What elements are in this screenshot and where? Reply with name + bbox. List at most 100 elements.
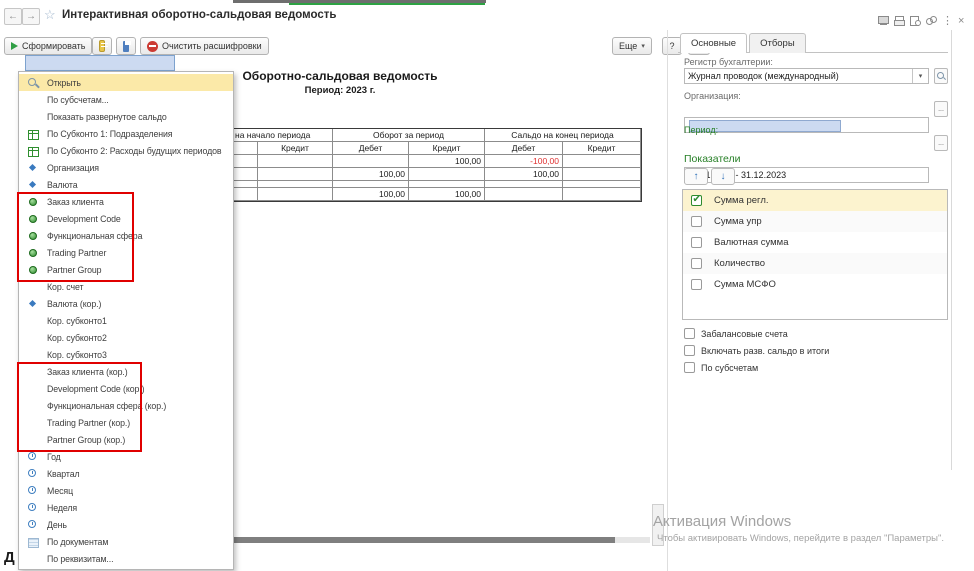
table-cell[interactable]: [258, 181, 333, 188]
menu-item-label: По Субконто 2: Расходы будущих периодов: [47, 146, 222, 156]
diamond-icon: [27, 162, 39, 174]
menu-item-label: Месяц: [47, 486, 73, 496]
table-cell[interactable]: 100,00: [333, 168, 409, 181]
generate-button[interactable]: Сформировать: [4, 37, 92, 55]
menu-item[interactable]: По документам: [19, 533, 233, 550]
menu-item[interactable]: День: [19, 516, 233, 533]
indicator-checkbox[interactable]: [691, 195, 702, 206]
panel-splitter[interactable]: [667, 30, 668, 571]
organization-field[interactable]: [684, 117, 929, 133]
magnifier-icon: [936, 71, 946, 81]
panel-tab[interactable]: Отборы: [749, 33, 806, 53]
option-label: По субсчетам: [701, 363, 758, 373]
panel-tab[interactable]: Основные: [680, 33, 747, 53]
clear-drilldown-button[interactable]: Очистить расшифровки: [140, 37, 269, 55]
menu-item[interactable]: Открыть: [19, 74, 233, 91]
indicator-checkbox[interactable]: [691, 279, 702, 290]
menu-item[interactable]: Месяц: [19, 482, 233, 499]
app-window: ← → ☆ Интерактивная оборотно-сальдовая в…: [0, 0, 974, 571]
table-cell[interactable]: [258, 168, 333, 181]
variants-button[interactable]: [92, 37, 112, 55]
doc-icon: [27, 536, 39, 548]
table-cell[interactable]: [563, 188, 641, 201]
register-open-button[interactable]: [934, 68, 948, 84]
table-cell[interactable]: 100,00: [409, 155, 485, 168]
move-up-button[interactable]: ↑: [684, 168, 708, 185]
clock-icon: [27, 502, 39, 514]
menu-item[interactable]: Валюта: [19, 176, 233, 193]
table-cell[interactable]: [333, 181, 409, 188]
option-row[interactable]: Включать разв. сальдо в итоги: [684, 345, 829, 356]
table-cell[interactable]: 100,00: [485, 168, 563, 181]
table-cell[interactable]: 100,00: [333, 188, 409, 201]
back-button[interactable]: ←: [4, 8, 22, 25]
menu-item-icon: [27, 281, 39, 293]
annotation-box-2: [17, 362, 142, 452]
menu-item[interactable]: Организация: [19, 159, 233, 176]
option-checkbox[interactable]: [684, 328, 695, 339]
table-cell[interactable]: [485, 188, 563, 201]
display-icon[interactable]: [878, 16, 889, 26]
vertical-scrollbar-fragment[interactable]: [652, 504, 664, 546]
menu-item[interactable]: Кор. субконто3: [19, 346, 233, 363]
table-cell[interactable]: [258, 155, 333, 168]
menu-item[interactable]: По субсчетам...: [19, 91, 233, 108]
menu-item[interactable]: Показать развернутое сальдо: [19, 108, 233, 125]
organization-more-button[interactable]: ...: [934, 101, 948, 117]
menu-item-icon: [27, 111, 39, 123]
menu-item[interactable]: По реквизитам...: [19, 550, 233, 567]
find-icon[interactable]: [910, 16, 921, 26]
indicator-checkbox[interactable]: [691, 237, 702, 248]
menu-item[interactable]: Квартал: [19, 465, 233, 482]
table-cell[interactable]: [409, 168, 485, 181]
option-row[interactable]: По субсчетам: [684, 362, 829, 373]
print-icon[interactable]: [894, 16, 905, 26]
annotation-box-1: [17, 192, 134, 282]
panel-right-divider: [951, 30, 952, 470]
more-button[interactable]: Еще ▾: [612, 37, 652, 55]
indicator-row[interactable]: Количество: [683, 253, 947, 274]
selected-account-field[interactable]: [25, 55, 175, 71]
option-checkbox[interactable]: [684, 345, 695, 356]
save-button[interactable]: [116, 37, 136, 55]
menu-item[interactable]: Кор. субконто2: [19, 329, 233, 346]
move-down-button[interactable]: ↓: [711, 168, 735, 185]
register-combobox[interactable]: Журнал проводок (международный) ▾: [684, 68, 929, 84]
option-checkbox[interactable]: [684, 362, 695, 373]
horizontal-scrollbar-thumb[interactable]: [234, 537, 615, 543]
indicator-row[interactable]: Сумма регл.: [683, 190, 947, 211]
window-controls: ⋮ ×: [878, 15, 964, 27]
table-cell[interactable]: 100,00: [409, 188, 485, 201]
favorite-star-icon[interactable]: ☆: [44, 7, 56, 23]
menu-item[interactable]: По Субконто 2: Расходы будущих периодов: [19, 142, 233, 159]
period-more-button[interactable]: ...: [934, 135, 948, 151]
forward-button[interactable]: →: [22, 8, 40, 25]
panel-tab-label: Отборы: [760, 38, 795, 49]
close-icon[interactable]: ×: [958, 16, 964, 26]
menu-item[interactable]: Валюта (кор.): [19, 295, 233, 312]
menu-item[interactable]: Кор. субконто1: [19, 312, 233, 329]
indicator-row[interactable]: Сумма упр: [683, 211, 947, 232]
table-cell[interactable]: [333, 155, 409, 168]
table-cell[interactable]: [563, 155, 641, 168]
indicator-row[interactable]: Валютная сумма: [683, 232, 947, 253]
table-cell[interactable]: [485, 181, 563, 188]
open-icon: [27, 77, 39, 89]
indicator-row[interactable]: Сумма МСФО: [683, 274, 947, 295]
clock-icon: [27, 451, 39, 463]
chevron-down-icon[interactable]: ▾: [912, 69, 928, 83]
indicator-checkbox[interactable]: [691, 258, 702, 269]
menu-item[interactable]: По Субконто 1: Подразделения: [19, 125, 233, 142]
table-cell[interactable]: [409, 181, 485, 188]
option-row[interactable]: Забалансовые счета: [684, 328, 829, 339]
link-icon[interactable]: [926, 16, 937, 26]
table-cell[interactable]: [563, 181, 641, 188]
table-cell[interactable]: -100,00: [485, 155, 563, 168]
menu-dots-icon[interactable]: ⋮: [942, 16, 953, 26]
save-icon: [123, 41, 129, 52]
menu-item[interactable]: Неделя: [19, 499, 233, 516]
table-cell[interactable]: [258, 188, 333, 201]
context-menu: Открыть По субсчетам... Показать разверн…: [18, 71, 234, 570]
table-cell[interactable]: [563, 168, 641, 181]
indicator-checkbox[interactable]: [691, 216, 702, 227]
